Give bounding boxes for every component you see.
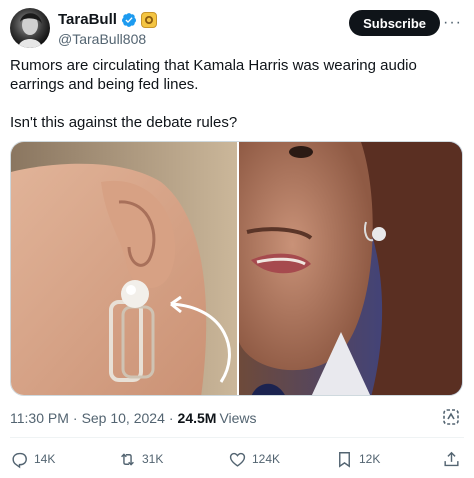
name-row: TaraBull: [58, 11, 157, 28]
more-options-icon[interactable]: ···: [443, 14, 462, 32]
grok-icon[interactable]: [442, 408, 460, 426]
tweet-text: Rumors are circulating that Kamala Harri…: [10, 57, 417, 131]
affiliate-badge-icon: [140, 11, 157, 28]
reply-button[interactable]: 14K: [10, 448, 55, 470]
bookmark-count: 12K: [359, 452, 381, 466]
subscribe-button[interactable]: Subscribe: [349, 10, 440, 36]
tweet-date[interactable]: Sep 10, 2024: [82, 410, 165, 426]
like-count: 124K: [252, 452, 281, 466]
display-name[interactable]: TaraBull: [58, 11, 117, 28]
action-bar: 14K 31K 124K 12K: [10, 448, 462, 470]
tweet-header: TaraBull @TaraBull808 Subscribe ···: [10, 8, 464, 48]
like-button[interactable]: 124K: [228, 448, 280, 470]
meta-separator: ·: [168, 410, 174, 426]
tweet-time[interactable]: 11:30 PM: [10, 410, 69, 426]
repost-icon: [121, 452, 134, 466]
views-label: Views: [219, 410, 257, 426]
tweet-meta: 11:30 PM · Sep 10, 2024 · 24.5M Views: [10, 410, 257, 426]
meta-separator: ·: [72, 410, 78, 426]
views-count: 24.5M: [177, 410, 217, 426]
media-image: [11, 142, 462, 395]
repost-button[interactable]: 31K: [118, 448, 163, 470]
heart-icon: [229, 452, 246, 467]
reply-icon: [12, 452, 27, 468]
divider: [10, 437, 464, 438]
verified-badge-icon: [121, 12, 137, 28]
bookmark-button[interactable]: 12K: [335, 448, 380, 470]
repost-count: 31K: [142, 452, 164, 466]
share-icon: [444, 451, 459, 466]
share-button[interactable]: [442, 448, 461, 470]
handle[interactable]: @TaraBull808: [58, 31, 146, 47]
bookmark-icon: [339, 451, 350, 468]
tweet-media[interactable]: [10, 141, 463, 396]
reply-count: 14K: [34, 452, 56, 466]
avatar[interactable]: [10, 8, 50, 48]
